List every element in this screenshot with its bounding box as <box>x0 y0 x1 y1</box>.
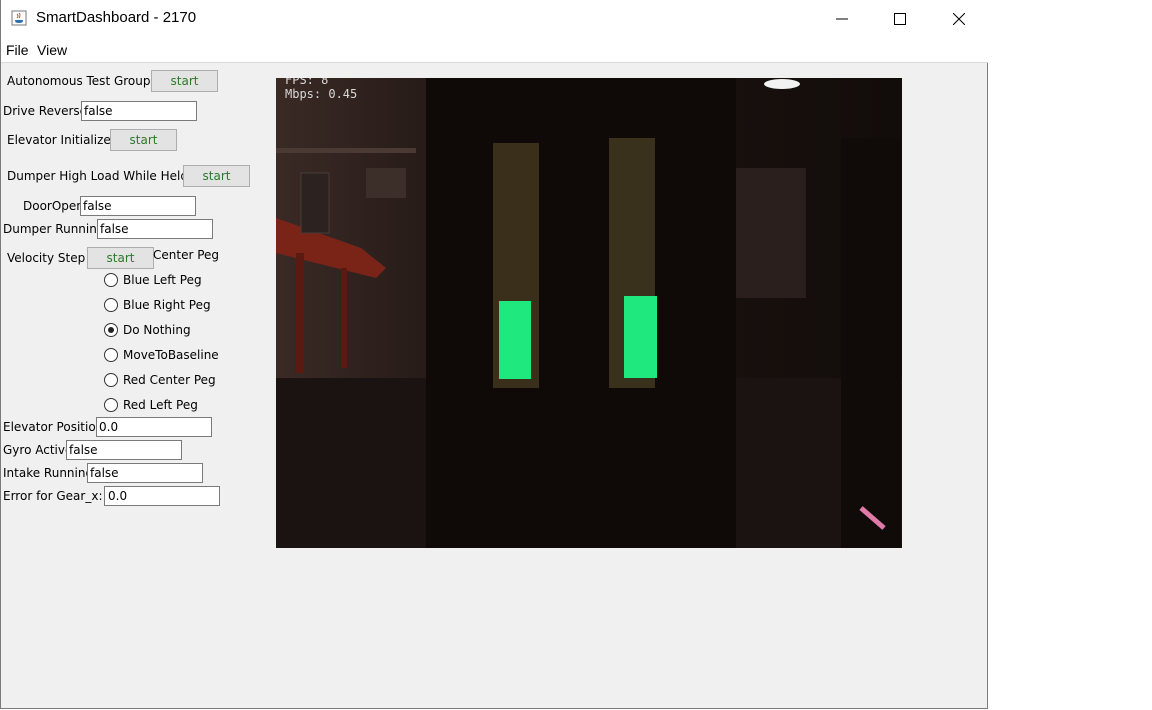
camera-mbps-text: Mbps: 0.45 <box>285 87 358 101</box>
title-bar: SmartDashboard - 2170 <box>1 0 988 38</box>
radio-button[interactable] <box>104 398 118 412</box>
autonomous-test-group-label: Autonomous Test Group <box>7 74 151 88</box>
velocity-step-start-button[interactable]: start <box>87 247 154 269</box>
minimize-icon <box>836 18 848 20</box>
java-app-icon <box>11 10 27 26</box>
smartdashboard-window: SmartDashboard - 2170 File View Autonomo… <box>0 0 988 709</box>
velocity-step-label: Velocity Step <box>7 251 86 265</box>
radio-option-red-left-peg[interactable]: Red Left Peg <box>104 395 198 415</box>
error-for-gear-x-field[interactable]: 0.0 <box>104 486 220 506</box>
elevator-position-field[interactable]: 0.0 <box>96 417 212 437</box>
error-for-gear-x-label: Error for Gear_x: <box>3 489 103 503</box>
door-open-field[interactable]: false <box>80 196 196 216</box>
elevator-initialize-start-button[interactable]: start <box>110 129 177 151</box>
radio-label: Red Left Peg <box>123 398 198 412</box>
radio-label: Blue Left Peg <box>123 273 202 287</box>
gyro-active-label: Gyro Active <box>3 443 73 457</box>
drive-reverse-label: Drive Reverse <box>3 104 88 118</box>
radio-option-blue-left-peg[interactable]: Blue Left Peg <box>104 270 202 290</box>
close-icon <box>953 13 965 25</box>
radio-option-center-peg[interactable]: Center Peg <box>153 248 219 262</box>
elevator-position-label: Elevator Position <box>3 420 104 434</box>
radio-button[interactable] <box>104 348 118 362</box>
dumper-running-field[interactable]: false <box>97 219 213 239</box>
radio-label: Red Center Peg <box>123 373 216 387</box>
radio-option-blue-right-peg[interactable]: Blue Right Peg <box>104 295 211 315</box>
vision-target-right <box>624 296 657 378</box>
camera-fps-text: FPS: 8 <box>285 78 329 87</box>
radio-option-do-nothing[interactable]: Do Nothing <box>104 320 191 340</box>
menu-bar: File View <box>1 38 988 63</box>
gyro-active-field[interactable]: false <box>66 440 182 460</box>
menu-file[interactable]: File <box>6 42 29 58</box>
door-open-label: DoorOpen <box>23 199 84 213</box>
radio-label: Do Nothing <box>123 323 191 337</box>
close-button[interactable] <box>930 0 988 38</box>
radio-option-move-to-baseline[interactable]: MoveToBaseline <box>104 345 219 365</box>
vision-target-left <box>499 301 531 379</box>
drive-reverse-field[interactable]: false <box>81 101 197 121</box>
radio-label: Blue Right Peg <box>123 298 211 312</box>
radio-label: MoveToBaseline <box>123 348 219 362</box>
intake-running-label: Intake Running <box>3 466 94 480</box>
dumper-running-label: Dumper Running <box>3 222 105 236</box>
radio-button[interactable] <box>104 298 118 312</box>
maximize-button[interactable] <box>871 0 929 38</box>
autonomous-test-group-start-button[interactable]: start <box>151 70 218 92</box>
radio-option-red-center-peg[interactable]: Red Center Peg <box>104 370 216 390</box>
dumper-high-load-label: Dumper High Load While Held <box>7 169 188 183</box>
radio-button-selected[interactable] <box>104 323 118 337</box>
window-title: SmartDashboard - 2170 <box>36 9 197 26</box>
dumper-high-load-start-button[interactable]: start <box>183 165 250 187</box>
elevator-initialize-label: Elevator Initialize <box>7 133 111 147</box>
radio-button[interactable] <box>104 273 118 287</box>
camera-stream: FPS: 8 Mbps: 0.45 <box>276 78 902 548</box>
maximize-icon <box>894 13 906 25</box>
minimize-button[interactable] <box>813 0 871 38</box>
intake-running-field[interactable]: false <box>87 463 203 483</box>
camera-frame-image <box>276 78 902 548</box>
menu-view[interactable]: View <box>37 42 67 58</box>
radio-button[interactable] <box>104 373 118 387</box>
